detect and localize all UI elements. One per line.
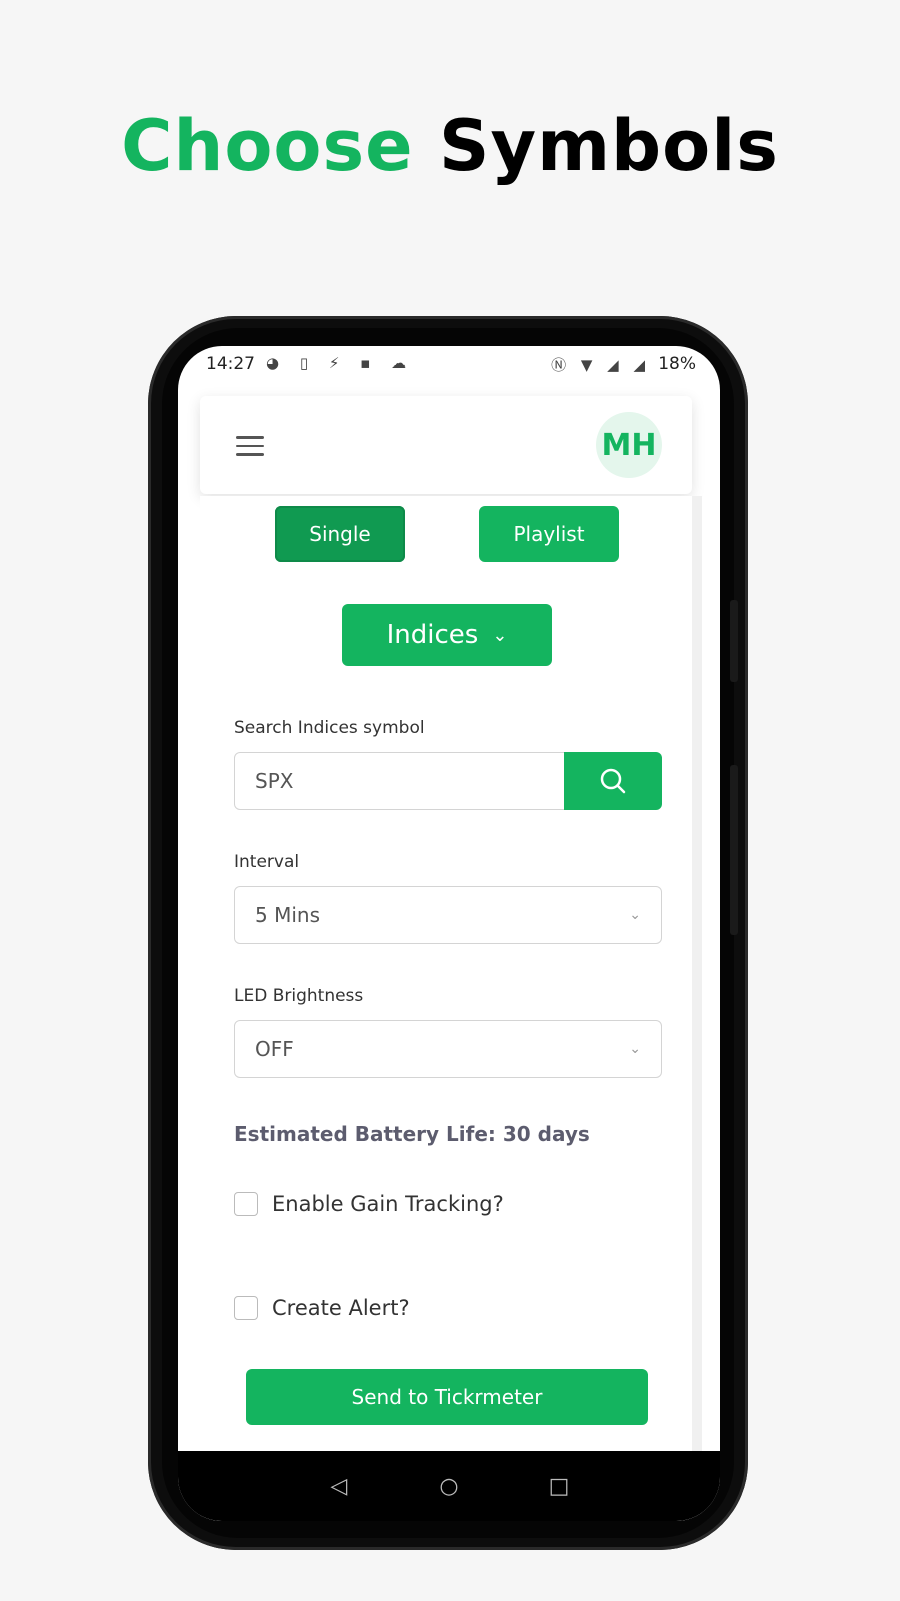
home-icon[interactable]: ○ <box>394 1474 504 1499</box>
interval-label: Interval <box>234 852 300 872</box>
volume-button <box>730 765 738 935</box>
chevron-down-icon: ⌄ <box>629 907 641 923</box>
single-tab-button[interactable]: Single <box>275 506 405 562</box>
send-button[interactable]: Send to Tickrmeter <box>246 1369 648 1425</box>
headline-rest: Symbols <box>439 105 779 187</box>
notification-icons: ◕ ▯ ⚡ ▪ ☁ <box>266 354 415 372</box>
app-header: MH <box>200 396 692 494</box>
main-content: Single Playlist Indices ⌄ Search Indices… <box>200 496 702 1521</box>
brightness-select[interactable]: OFF ⌄ <box>234 1020 662 1078</box>
gain-tracking-checkbox[interactable] <box>234 1192 258 1216</box>
status-time: 14:27 <box>206 354 255 374</box>
recents-icon[interactable]: □ <box>504 1474 614 1499</box>
power-button <box>730 600 738 682</box>
battery-indicator: 18% <box>658 354 696 374</box>
hamburger-menu-icon[interactable] <box>236 436 264 456</box>
chevron-down-icon: ⌄ <box>492 624 508 646</box>
category-dropdown[interactable]: Indices ⌄ <box>342 604 552 666</box>
interval-select[interactable]: 5 Mins ⌄ <box>234 886 662 944</box>
search-value: SPX <box>255 769 294 793</box>
playlist-tab-button[interactable]: Playlist <box>479 506 619 562</box>
brightness-label: LED Brightness <box>234 986 364 1006</box>
create-alert-label: Create Alert? <box>272 1296 410 1320</box>
search-input[interactable]: SPX <box>234 752 568 810</box>
phone-screen: 14:27 ◕ ▯ ⚡ ▪ ☁ Ⓝ ▼ ◢ ◢ 18% MH Single Pl… <box>178 346 720 1521</box>
system-nav-bar: ◁ ○ □ <box>178 1451 720 1521</box>
create-alert-option[interactable]: Create Alert? <box>234 1296 410 1320</box>
create-alert-checkbox[interactable] <box>234 1296 258 1320</box>
promo-headline: Choose Symbols <box>0 105 900 187</box>
interval-value: 5 Mins <box>255 903 320 927</box>
back-icon[interactable]: ◁ <box>284 1474 394 1499</box>
user-avatar[interactable]: MH <box>596 412 662 478</box>
search-label: Search Indices symbol <box>234 718 425 738</box>
headline-accent: Choose <box>121 105 414 187</box>
status-bar: 14:27 ◕ ▯ ⚡ ▪ ☁ Ⓝ ▼ ◢ ◢ 18% <box>178 346 720 390</box>
gain-tracking-label: Enable Gain Tracking? <box>272 1192 504 1216</box>
chevron-down-icon: ⌄ <box>629 1041 641 1057</box>
brightness-value: OFF <box>255 1037 294 1061</box>
search-button[interactable] <box>564 752 662 810</box>
search-icon <box>600 768 626 794</box>
signal-icons: Ⓝ ▼ ◢ ◢ <box>551 356 650 374</box>
battery-life-text: Estimated Battery Life: 30 days <box>234 1122 590 1146</box>
gain-tracking-option[interactable]: Enable Gain Tracking? <box>234 1192 504 1216</box>
category-label: Indices <box>386 620 479 650</box>
